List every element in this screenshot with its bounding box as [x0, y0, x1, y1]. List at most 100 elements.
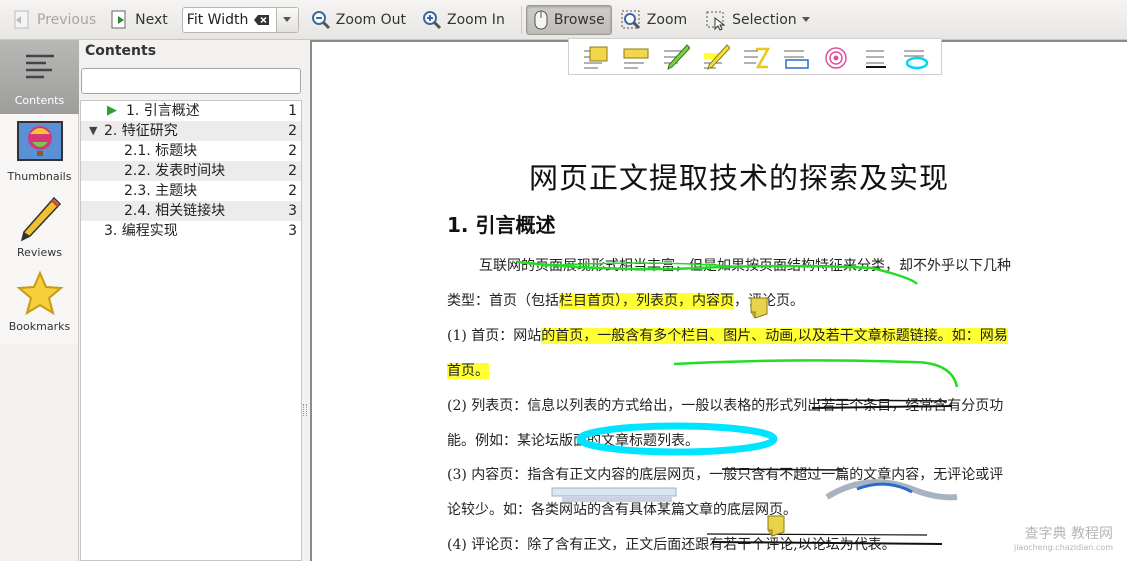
zoom-input[interactable]: Fit Width: [183, 12, 276, 28]
zoom-in-icon: [423, 10, 442, 29]
balloon-icon: [16, 121, 63, 161]
document-view[interactable]: 网页正文提取技术的探索及实现 1. 引言概述 互联网的页面展现形式相当丰富，但是…: [310, 40, 1127, 561]
document-page[interactable]: 网页正文提取技术的探索及实现 1. 引言概述 互联网的页面展现形式相当丰富，但是…: [312, 42, 1127, 561]
green-freehand-icon: [664, 43, 691, 70]
toc-item[interactable]: 2.1. 标题块 2: [81, 141, 301, 161]
inline-note-tool[interactable]: [621, 42, 649, 72]
toc-item-label: 3. 编程实现: [104, 223, 178, 239]
zoom-out-button[interactable]: Zoom Out: [305, 5, 412, 35]
current-page-icon: ▶: [107, 103, 117, 118]
chevron-down-icon: [801, 16, 810, 22]
sidebar-item-label: Reviews: [17, 246, 62, 259]
zoom-in-button[interactable]: Zoom In: [416, 5, 511, 35]
sidebar-item-contents[interactable]: Contents: [0, 40, 79, 114]
note-icon: [767, 515, 785, 537]
document-title: 网页正文提取技术的探索及实现: [529, 161, 950, 195]
toc-item[interactable]: 2.4. 相关链接块 3: [81, 201, 301, 221]
spiral-icon: [825, 46, 847, 69]
toc-item-label: 2.1. 标题块: [124, 143, 198, 159]
splitter-grip[interactable]: [303, 404, 307, 416]
section-heading: 1. 引言概述: [447, 213, 556, 237]
zoom-dropdown-button[interactable]: [275, 7, 298, 32]
toc-item-page: 2: [288, 183, 297, 199]
underline-icon: [866, 50, 886, 68]
next-button[interactable]: Next: [102, 5, 174, 35]
toc-item-page: 3: [288, 223, 297, 239]
toc-item-page: 2: [288, 123, 297, 139]
typewriter-tool[interactable]: [741, 42, 771, 72]
contents-search-input[interactable]: [81, 68, 301, 94]
paragraph-line: (3) 内容页：指含有正文内容的底层网页，一般只含有不超过一篇的文章内容，无评论…: [447, 467, 1004, 483]
watermark-sub: jiaocheng.chazidian.com: [1013, 543, 1113, 552]
sidebar-item-bookmarks[interactable]: Bookmarks: [0, 270, 79, 342]
highlighter-tool[interactable]: [701, 42, 731, 72]
highlighted-text: 首页。: [447, 363, 489, 379]
chevron-down-icon: [283, 16, 292, 22]
previous-label: Previous: [37, 11, 97, 28]
ellipse-icon: [904, 50, 929, 69]
pop-up-note-icon: [584, 46, 608, 68]
pencil-icon: [20, 196, 61, 242]
paragraph-line: 能。例如：某论坛版面的文章标题列表。: [447, 433, 699, 449]
green-freehand-tool[interactable]: [661, 42, 691, 72]
stamp-note-icon: [784, 50, 809, 69]
zoom-tool-label: Zoom: [646, 11, 688, 28]
toc-item[interactable]: 2.3. 主题块 2: [81, 181, 301, 201]
zoom-out-icon: [311, 10, 330, 29]
paragraph-line: (2) 列表页：信息以列表的方式给出，一般以表格的形式列出若干个条目，经常含有分…: [447, 398, 1004, 414]
sidebar-item-reviews[interactable]: Reviews: [0, 194, 79, 266]
smear-annotation: [825, 479, 958, 501]
toc-item-label: 2.4. 相关链接块: [124, 203, 226, 219]
toc-item-label: 1. 引言概述: [126, 103, 200, 119]
expand-arrow-icon[interactable]: ▼: [89, 121, 97, 141]
contents-icon: [25, 54, 54, 79]
stamp-note-tool[interactable]: [781, 42, 809, 72]
toc-item[interactable]: 3. 编程实现 3: [81, 221, 301, 241]
highlighter-icon: [704, 43, 731, 70]
contents-panel: Contents ▶ 1. 引言概述 1 ▼ 2. 特征研究 2 2.1. 标题…: [80, 40, 302, 561]
toc-item-page: 2: [288, 163, 297, 179]
stamp-annotation: [551, 487, 677, 497]
sidebar-item-label: Contents: [14, 94, 65, 107]
toc-item[interactable]: 2.2. 发表时间块 2: [81, 161, 301, 181]
toolbar-separator: [520, 5, 522, 34]
smear-annotation: [856, 482, 913, 494]
next-label: Next: [135, 11, 168, 28]
watermark-main: 查字典 教程网: [1024, 526, 1113, 542]
spiral-tool[interactable]: [821, 42, 849, 72]
zoom-tool-button[interactable]: Zoom: [614, 5, 693, 35]
mouse-icon: [534, 10, 548, 29]
typewriter-icon: [744, 47, 771, 68]
selection-button[interactable]: Selection: [699, 5, 816, 35]
zoom-out-label: Zoom Out: [335, 11, 406, 28]
browse-button[interactable]: Browse: [525, 4, 612, 35]
ellipse-tool[interactable]: [901, 42, 929, 72]
zoom-combo[interactable]: Fit Width: [181, 6, 299, 33]
toc-item[interactable]: ▶ 1. 引言概述 1: [81, 101, 301, 121]
toc-item-page: 2: [288, 143, 297, 159]
contents-title: Contents: [85, 43, 157, 59]
toc-item[interactable]: ▼ 2. 特征研究 2: [81, 121, 301, 141]
sidebar-item-label: Thumbnails: [7, 170, 72, 183]
pop-up-note-tool[interactable]: [581, 42, 609, 72]
paragraph-line: 首页。: [447, 360, 489, 380]
previous-page-icon: [14, 10, 29, 28]
sidebar-item-thumbnails[interactable]: Thumbnails: [0, 120, 79, 192]
paragraph-line: 互联网的页面展现形式相当丰富，但是如果按页面结构特征来分类，却不外乎以下几种: [479, 258, 1011, 274]
toc-list: ▶ 1. 引言概述 1 ▼ 2. 特征研究 2 2.1. 标题块 2 2.2. …: [80, 100, 302, 561]
highlighted-text: 的首页，一般含有多个栏目、图片、动画,以及若干文章标题链接。如：网易: [541, 328, 1008, 344]
toc-item-label: 2.3. 主题块: [124, 183, 198, 199]
paragraph-line: (4) 评论页：除了含有正文，正文后面还跟有若干个评论,以论坛为代表。: [447, 537, 896, 553]
sidebar-item-label: Bookmarks: [8, 320, 71, 333]
previous-button[interactable]: Previous: [4, 5, 102, 35]
panel-splitter[interactable]: [302, 40, 310, 561]
paragraph-line: 类型：首页（包括栏目首页），列表页，内容页，评论页。: [447, 293, 804, 309]
underline-tool[interactable]: [861, 42, 889, 72]
browse-label: Browse: [553, 11, 605, 28]
main-toolbar: Previous Next Fit Width Zoom Out Zoom In…: [0, 0, 1127, 40]
inline-note-icon: [623, 48, 649, 68]
toc-item-label: 2.2. 发表时间块: [124, 163, 226, 179]
toc-item-page: 3: [288, 203, 297, 219]
clear-icon[interactable]: [253, 14, 270, 26]
zoom-value: Fit Width: [186, 11, 249, 28]
